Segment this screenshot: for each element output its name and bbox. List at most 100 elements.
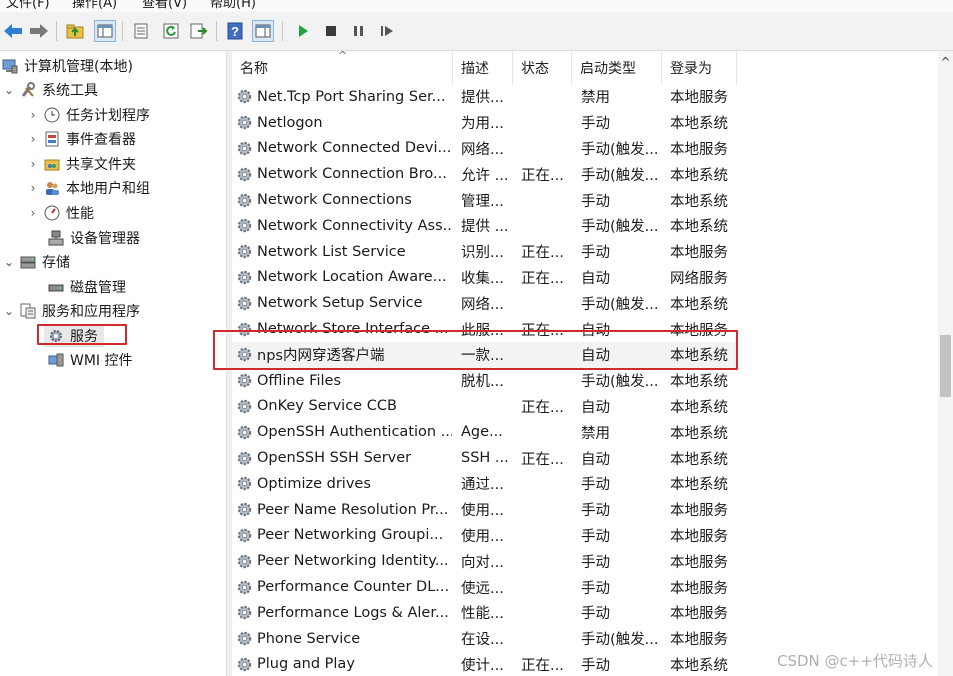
service-row[interactable]: Peer Networking Groupi... 使用... 手动 本地服务 [232,523,737,549]
pause-icon[interactable] [348,20,370,42]
column-header-status[interactable]: 状态 [513,51,572,85]
service-row[interactable]: Optimize drives 通过... 手动 本地系统 [232,471,737,497]
back-arrow-icon[interactable] [2,20,24,42]
service-name: Phone Service [257,630,361,647]
service-status-cell [521,471,571,497]
properties-icon[interactable] [252,20,274,42]
service-description: 向对... [461,554,504,571]
service-status: 正在... [521,451,564,468]
gear-icon [237,141,252,156]
stop-icon[interactable] [320,20,342,42]
tree-label-task-scheduler: 任务计划程序 [66,108,150,124]
service-row[interactable]: Performance Logs & Aler... 性能... 手动 本地服务 [232,600,737,626]
service-row[interactable]: Peer Name Resolution Pr... 使用... 手动 本地服务 [232,497,737,523]
toolbar-separator [282,21,283,41]
menu-action[interactable]: 操作(A) [72,0,117,11]
chevron-right-icon[interactable]: › [26,181,40,195]
tree-label-root: 计算机管理(本地) [24,59,133,75]
vertical-scrollbar[interactable]: ^ [938,51,953,676]
chevron-down-icon[interactable]: ⌄ [2,255,16,269]
tree-item-wmi[interactable]: WMI 控件 [44,349,133,371]
service-startup-cell: 禁用 [581,419,663,445]
gear-icon [237,90,252,104]
tree-item-performance[interactable]: › 性能 [26,202,94,224]
service-row[interactable]: Network Connectivity Ass... 提供 ... 手动(触发..… [232,213,737,239]
service-row[interactable]: Offline Files 脱机... 手动(触发... 本地系统 [232,368,737,394]
scrollbar-thumb[interactable] [940,335,951,397]
service-logon-as: 本地系统 [670,451,728,468]
wmi-icon [48,353,64,367]
service-description-cell: 网络... [461,290,511,316]
refresh-icon[interactable] [160,20,182,42]
service-name-cell: Peer Name Resolution Pr... [236,497,452,523]
service-status-cell [521,497,571,523]
show-tree-icon[interactable] [94,20,116,42]
service-row[interactable]: Plug and Play 使计... 正在... 手动 本地系统 [232,652,737,676]
service-row[interactable]: OpenSSH SSH Server SSH ... 正在... 自动 本地系统 [232,445,737,471]
service-status-cell: 正在... [521,265,571,291]
service-status: 正在... [521,245,564,262]
service-row[interactable]: Network List Service 识别... 正在... 手动 本地服务 [232,239,737,265]
service-status-cell [521,368,571,394]
chevron-right-icon[interactable]: › [26,132,40,146]
service-row[interactable]: Network Location Aware... 收集... 正在... 自动 网络服… [232,265,737,291]
gear-icon [237,657,252,672]
resume-icon[interactable] [376,20,398,42]
service-row[interactable]: Net.Tcp Port Sharing Ser... 提供... 禁用 本地服务 [232,84,737,110]
tree-item-services-apps[interactable]: ⌄ 服务和应用程序 [2,300,140,322]
service-logon-as: 本地服务 [670,141,728,158]
play-icon[interactable] [292,20,314,42]
device-manager-icon [48,230,64,246]
tree-item-shared-folders[interactable]: › 共享文件夹 [26,153,136,175]
menu-help[interactable]: 帮助(H) [210,0,256,11]
navigation-tree: 计算机管理(本地) ⌄ 系统工具 › 任务计划程序 › 事件查看器 › 共享文件… [0,51,227,676]
gear-icon [237,270,252,285]
menu-view[interactable]: 查看(V) [142,0,187,11]
toolbar-separator [56,21,57,41]
scroll-up-arrow-icon[interactable]: ^ [940,55,951,69]
tree-item-device-manager[interactable]: 设备管理器 [44,227,140,249]
column-header-startup-type[interactable]: 启动类型 [572,51,662,85]
menu-file[interactable]: 文件(F) [6,0,50,11]
tree-item-disk-management[interactable]: 磁盘管理 [44,276,126,298]
menu-bar: 文件(F) 操作(A) 查看(V) 帮助(H) [0,0,953,12]
service-startup-type: 自动 [581,399,610,416]
column-header-logon-as[interactable]: 登录为 [662,51,737,85]
service-row[interactable]: Phone Service 在设... 手动(触发... 本地服务 [232,626,737,652]
service-name: Offline Files [257,372,341,389]
service-row[interactable]: Performance Counter DL... 使远... 手动 本地服务 [232,574,737,600]
service-logon-cell: 本地服务 [670,574,736,600]
service-row[interactable]: Network Connection Bro... 允许 ... 正在... 手动(触… [232,161,737,187]
chevron-down-icon[interactable]: ⌄ [2,304,16,318]
service-name: OnKey Service CCB [257,398,397,415]
up-folder-icon[interactable] [64,20,86,42]
chevron-right-icon[interactable]: › [26,157,40,171]
export-icon[interactable] [188,20,210,42]
service-row[interactable]: Network Connections 管理... 手动 本地系统 [232,187,737,213]
column-header-name[interactable]: 名称 ^ [232,51,453,85]
tree-item-computer-management[interactable]: 计算机管理(本地) [2,55,133,77]
service-row[interactable]: Peer Networking Identity... 向对... 手动 本地服务 [232,548,737,574]
chevron-right-icon[interactable]: › [26,108,40,122]
tree-item-system-tools[interactable]: ⌄ 系统工具 [2,79,98,101]
tree-item-storage[interactable]: ⌄ 存储 [2,251,70,273]
export-list-icon[interactable] [130,20,152,42]
help-icon[interactable]: ? [224,20,246,42]
tree-item-task-scheduler[interactable]: › 任务计划程序 [26,104,150,126]
forward-arrow-icon[interactable] [28,20,50,42]
tree-label-wmi: WMI 控件 [70,353,133,369]
chevron-right-icon[interactable]: › [26,206,40,220]
service-row[interactable]: Network Connected Devi... 网络... 手动(触发... 本地… [232,136,737,162]
chevron-down-icon[interactable]: ⌄ [2,83,16,97]
column-header-name-label: 名称 [240,61,268,77]
service-row[interactable]: OpenSSH Authentication ... Age... 禁用 本地系统 [232,419,737,445]
gear-icon [237,244,252,259]
service-description-cell: 脱机... [461,368,511,394]
service-row[interactable]: Netlogon 为用... 手动 本地系统 [232,110,737,136]
service-row[interactable]: Network Setup Service 网络... 手动(触发... 本地系统 [232,290,737,316]
gear-icon [237,631,252,646]
service-row[interactable]: OnKey Service CCB 正在... 自动 本地系统 [232,394,737,420]
column-header-description[interactable]: 描述 [453,51,513,85]
tree-item-local-users[interactable]: › 本地用户和组 [26,177,150,199]
tree-item-event-viewer[interactable]: › 事件查看器 [26,128,136,150]
